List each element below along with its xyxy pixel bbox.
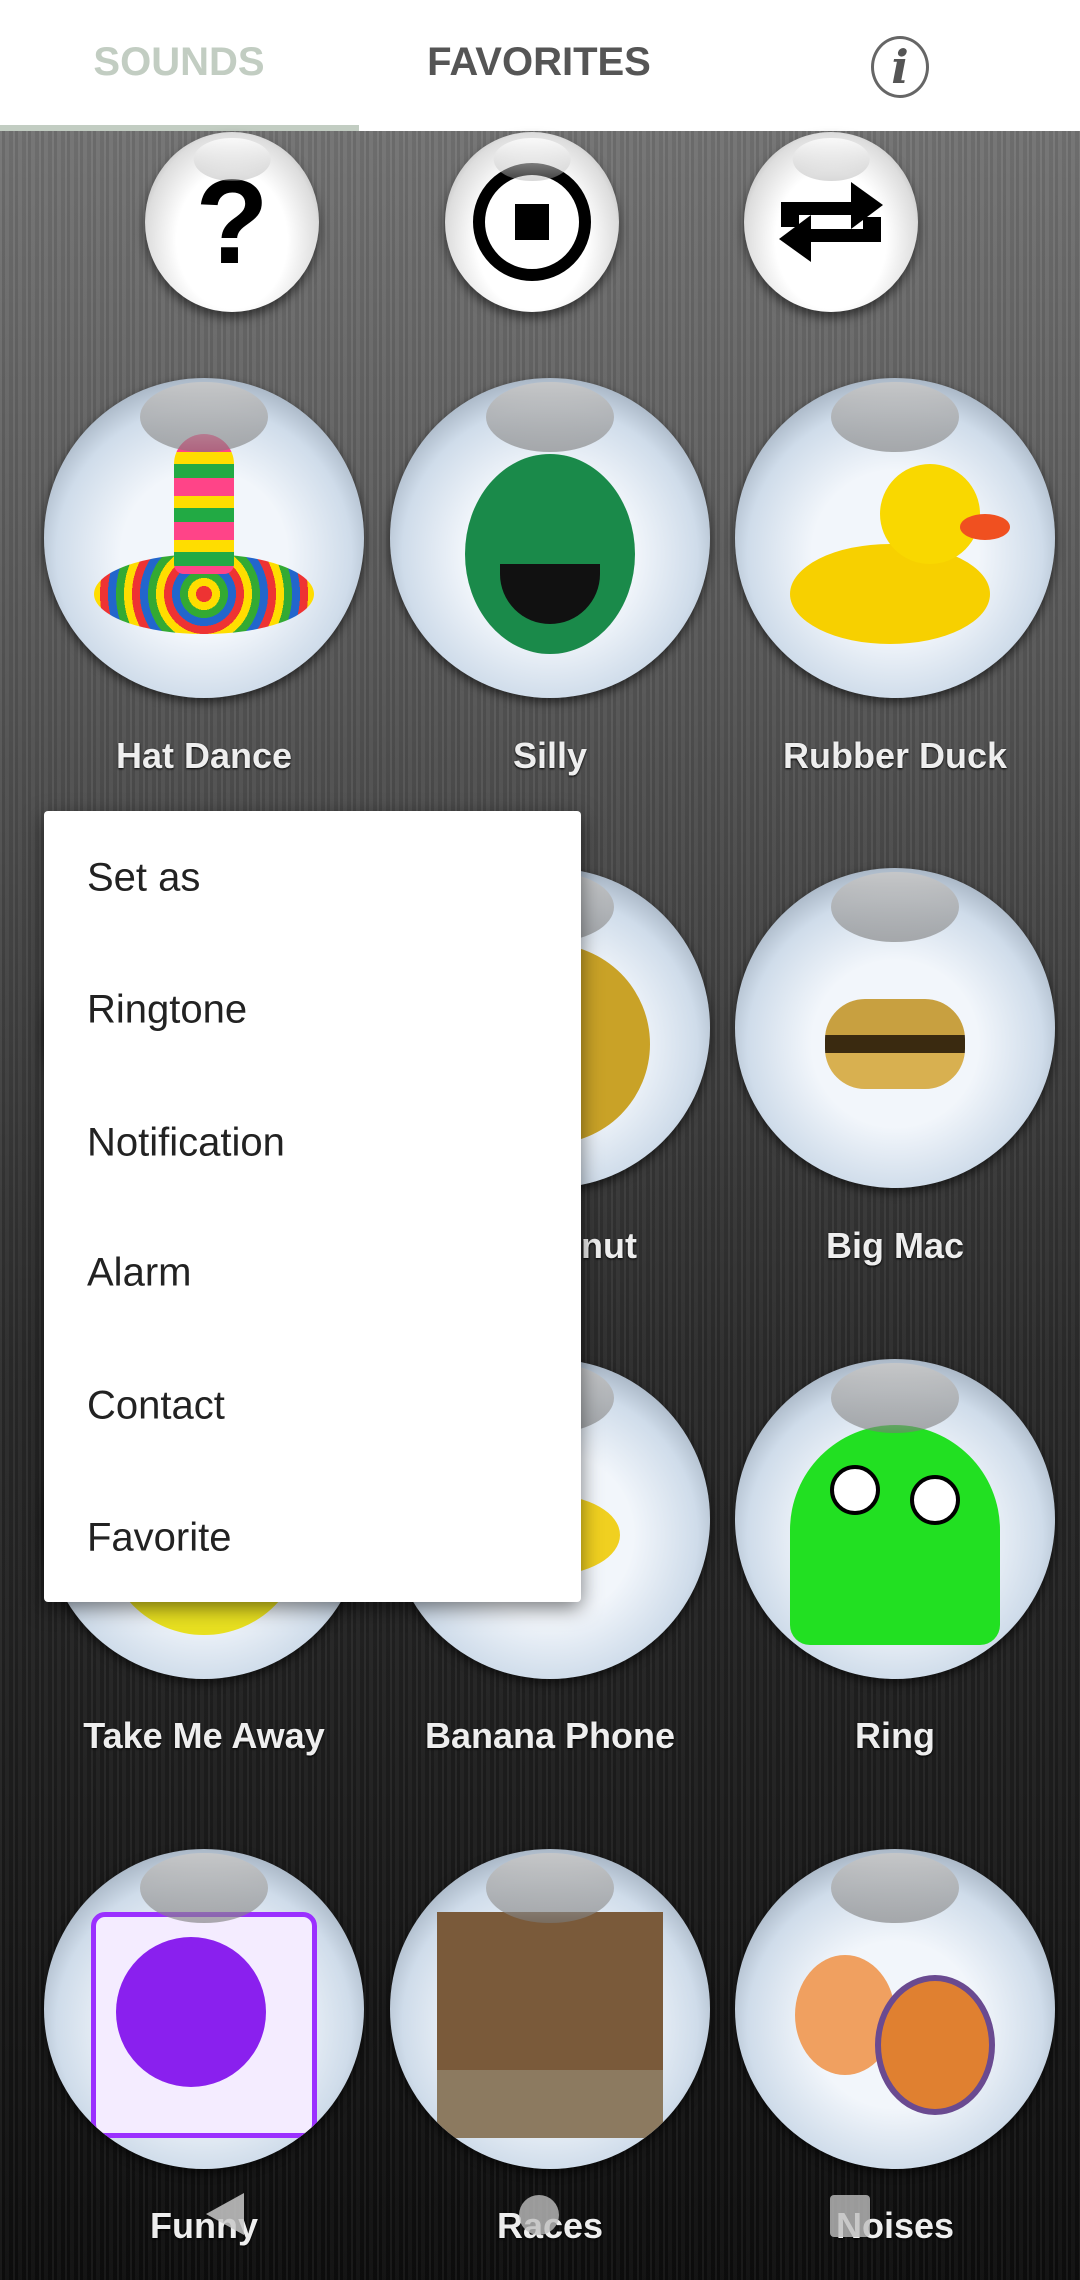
tab-bar: SOUNDS FAVORITES i [0, 0, 1080, 131]
info-icon[interactable]: i [871, 36, 929, 98]
burger-chef-icon [825, 999, 965, 1089]
nav-recents-button[interactable] [830, 2195, 870, 2237]
drums-icon [795, 1935, 995, 2115]
repeat-icon [779, 182, 883, 262]
sound-label: Silly [512, 735, 588, 776]
menu-item-notification[interactable]: Notification [87, 1121, 285, 1166]
menu-item-alarm[interactable]: Alarm [87, 1251, 191, 1296]
sound-button-funny[interactable] [44, 1849, 364, 2169]
tab-sounds[interactable]: SOUNDS [93, 40, 264, 85]
sound-button-hat-dance[interactable] [44, 378, 364, 698]
menu-item-contact[interactable]: Contact [87, 1384, 225, 1429]
sombrero-icon [94, 434, 314, 634]
sound-button-races[interactable] [390, 1849, 710, 2169]
sound-label: Take Me Away [83, 1715, 325, 1756]
menu-header-set-as: Set as [87, 855, 201, 900]
context-menu: Set as Ringtone Notification Alarm Conta… [44, 811, 581, 1602]
sound-label: Ring [855, 1715, 935, 1756]
sound-label: Banana Phone [424, 1715, 676, 1756]
green-monster-icon [465, 454, 635, 654]
turntable-icon [91, 1912, 317, 2138]
sound-button-noises[interactable] [735, 1849, 1055, 2169]
repeat-button[interactable] [744, 132, 918, 312]
sound-label: Rubber Duck [782, 735, 1008, 776]
nav-home-button[interactable] [519, 2195, 559, 2235]
help-button[interactable]: ? [145, 132, 319, 312]
sound-button-silly[interactable] [390, 378, 710, 698]
sound-label: nut [581, 1225, 637, 1266]
sound-button-rubber-duck[interactable] [735, 378, 1055, 698]
green-ghost-icon [790, 1425, 1000, 1645]
tab-favorites[interactable]: FAVORITES [427, 40, 651, 85]
horse-icon [437, 1912, 663, 2138]
sound-button-big-mac[interactable] [735, 868, 1055, 1188]
sound-button-ring[interactable] [735, 1359, 1055, 1679]
sound-label: Big Mac [825, 1225, 965, 1266]
menu-item-favorite[interactable]: Favorite [87, 1516, 232, 1561]
sound-label: Hat Dance [115, 735, 293, 776]
stop-button[interactable] [445, 132, 619, 312]
rubber-duck-icon [790, 464, 1010, 644]
menu-item-ringtone[interactable]: Ringtone [87, 988, 247, 1033]
